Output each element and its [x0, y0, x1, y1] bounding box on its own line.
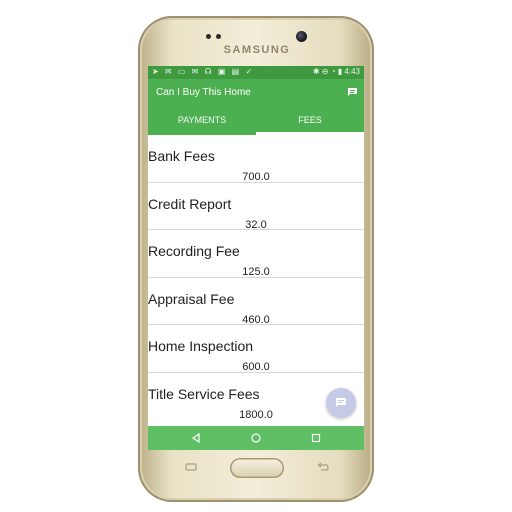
- app-title: Can I Buy This Home: [156, 87, 251, 98]
- fee-value: 125.0: [242, 266, 270, 279]
- fees-list: Bank Fees 700.0 Credit Report 32.0 Recor…: [148, 135, 364, 421]
- navigation-bar: [148, 426, 364, 450]
- fee-label: Home Inspection: [148, 338, 254, 355]
- fee-label: Appraisal Fee: [148, 290, 235, 307]
- back-key-icon[interactable]: [316, 462, 330, 472]
- fee-label: Credit Report: [148, 195, 232, 212]
- proximity-sensor: [206, 34, 211, 39]
- phone-screen: ➤ ✉ ▭ ✉ ☊ ▣ ▤ ✓ ✱ ⊖ ◔ ▮ 4:43 Can I Buy T…: [148, 66, 364, 450]
- status-bar: ➤ ✉ ▭ ✉ ☊ ▣ ▤ ✓ ✱ ⊖ ◔ ▮ 4:43: [148, 66, 364, 79]
- list-item[interactable]: Recording Fee 125.0: [148, 230, 364, 278]
- list-item[interactable]: Bank Fees 700.0: [148, 135, 364, 183]
- fee-label: Title Service Fees: [148, 385, 260, 402]
- fee-value: 32.0: [245, 218, 267, 231]
- back-icon[interactable]: [190, 432, 202, 444]
- fee-value: 600.0: [242, 361, 270, 374]
- chat-icon[interactable]: [347, 87, 358, 97]
- recent-apps-key-icon[interactable]: [184, 462, 198, 472]
- home-icon[interactable]: [250, 432, 262, 444]
- notification-icons: ➤ ✉ ▭ ✉ ☊ ▣ ▤ ✓: [152, 67, 255, 76]
- fee-label: Bank Fees: [148, 148, 215, 164]
- app-bar: Can I Buy This Home PAYMENTS FEES: [148, 79, 364, 135]
- system-icons: ✱ ⊖ ◔ ▮: [312, 67, 343, 76]
- status-time: 4:43: [344, 67, 360, 76]
- list-item[interactable]: Credit Report 32.0: [148, 183, 364, 231]
- fee-value: 460.0: [242, 313, 270, 326]
- list-item[interactable]: Home Inspection 600.0: [148, 325, 364, 373]
- tab-fees[interactable]: FEES: [256, 112, 364, 134]
- status-right: ✱ ⊖ ◔ ▮ 4:43: [313, 67, 360, 76]
- feedback-fab-button[interactable]: [326, 388, 356, 418]
- fee-label: Recording Fee: [148, 243, 240, 260]
- light-sensor: [216, 34, 221, 39]
- front-camera: [296, 31, 307, 42]
- home-key-button[interactable]: [230, 458, 284, 478]
- list-item[interactable]: Appraisal Fee 460.0: [148, 278, 364, 326]
- chat-icon: [336, 398, 346, 407]
- device-brand: SAMSUNG: [223, 44, 291, 56]
- fee-value: 700.0: [242, 171, 270, 183]
- recents-icon[interactable]: [310, 432, 322, 444]
- tab-payments[interactable]: PAYMENTS: [148, 112, 256, 134]
